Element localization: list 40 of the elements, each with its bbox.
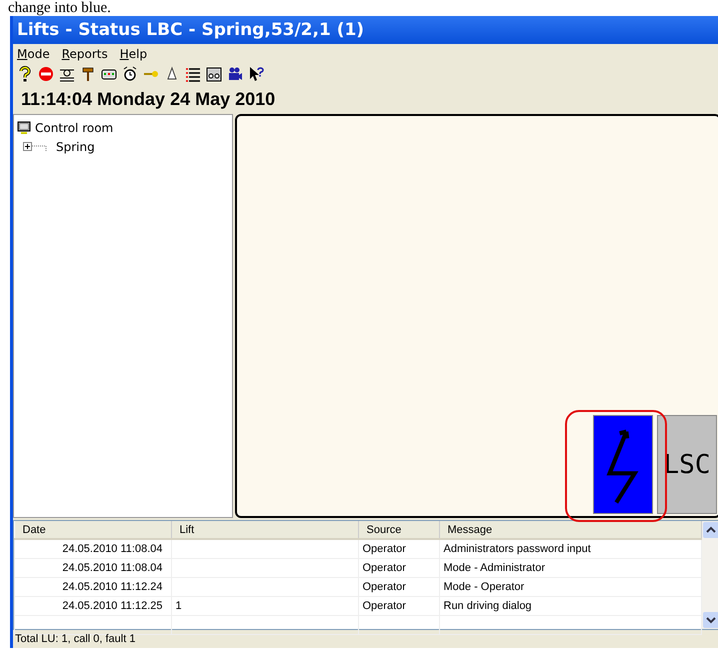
menu-item[interactable]: Help — [120, 47, 148, 61]
printer-icon[interactable] — [206, 66, 222, 82]
column-header[interactable]: Source — [358, 521, 439, 539]
document-caption: change into blue. — [7, 0, 112, 16]
scrollbar[interactable] — [702, 521, 718, 629]
window-title: Lifts - Status LBC - Spring,53/2,1 (1) — [13, 16, 718, 44]
table-cell: Mode - Administrator — [439, 558, 702, 578]
stop-icon[interactable] — [38, 66, 54, 82]
scroll-up-icon[interactable] — [703, 522, 718, 538]
table-cell: Operator — [358, 539, 439, 558]
monitor-icon — [17, 120, 31, 134]
table-cell: Operator — [358, 558, 439, 578]
list-icon[interactable] — [185, 66, 201, 82]
expand-icon[interactable] — [23, 142, 32, 151]
column-header[interactable]: Date — [14, 521, 171, 539]
column-header[interactable]: Lift — [171, 521, 358, 539]
table-cell: Operator — [358, 596, 439, 616]
column-header[interactable]: Message — [439, 521, 702, 539]
hammer-icon[interactable] — [80, 66, 96, 82]
menu-item[interactable]: Mode — [17, 47, 50, 61]
camera-icon[interactable] — [227, 66, 243, 82]
table-cell: Administrators password input — [439, 539, 702, 558]
menu-item[interactable]: Reports — [62, 47, 108, 61]
help-icon[interactable] — [17, 66, 33, 82]
clock-text: 11:14:04 Monday 24 May 2010 — [20, 88, 276, 111]
table-cell: Mode - Operator — [439, 578, 702, 596]
table-cell: 24.05.2010 11:12.25 — [14, 596, 171, 616]
table-cell: 24.05.2010 11:08.04 — [14, 539, 171, 558]
pointer-help-icon[interactable] — [248, 66, 264, 82]
table-cell: 24.05.2010 11:08.04 — [14, 558, 171, 578]
scroll-down-icon[interactable] — [703, 612, 718, 628]
alarm-clock-icon[interactable] — [122, 66, 138, 82]
lightning-tile[interactable] — [593, 415, 653, 514]
status-text: Total LU: 1, call 0, fault 1 — [15, 633, 136, 645]
table-cell: Run driving dialog — [439, 596, 702, 616]
table-cell: 24.05.2010 11:12.24 — [14, 578, 171, 596]
tree-item[interactable]: Spring — [56, 140, 95, 154]
tree-item[interactable]: Control room — [35, 120, 114, 134]
table-cell: Operator — [358, 578, 439, 596]
table-cell: 1 — [176, 600, 182, 612]
